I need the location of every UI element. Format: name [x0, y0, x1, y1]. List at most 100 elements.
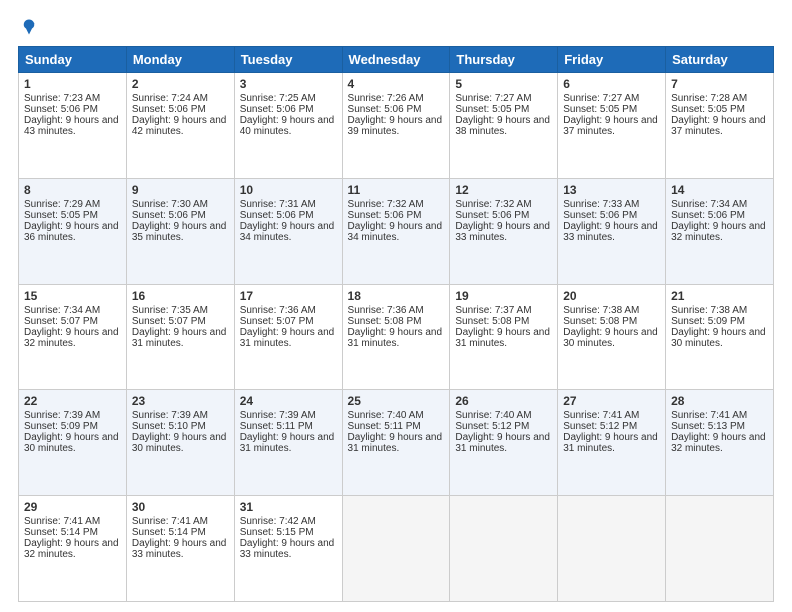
day-info: Sunrise: 7:35 AMSunset: 5:07 PMDaylight:…	[132, 305, 227, 349]
day-info: Sunrise: 7:28 AMSunset: 5:05 PMDaylight:…	[671, 93, 766, 137]
day-info: Sunrise: 7:38 AMSunset: 5:08 PMDaylight:…	[563, 305, 658, 349]
day-number: 9	[132, 183, 229, 197]
calendar-cell: 16 Sunrise: 7:35 AMSunset: 5:07 PMDayligh…	[126, 284, 234, 390]
calendar-cell: 31 Sunrise: 7:42 AMSunset: 5:15 PMDayligh…	[234, 496, 342, 602]
day-info: Sunrise: 7:36 AMSunset: 5:07 PMDaylight:…	[240, 305, 335, 349]
logo	[18, 18, 38, 36]
day-number: 2	[132, 77, 229, 91]
calendar-cell: 17 Sunrise: 7:36 AMSunset: 5:07 PMDayligh…	[234, 284, 342, 390]
day-info: Sunrise: 7:24 AMSunset: 5:06 PMDaylight:…	[132, 93, 227, 137]
day-number: 17	[240, 289, 337, 303]
day-number: 15	[24, 289, 121, 303]
day-number: 18	[348, 289, 445, 303]
day-number: 21	[671, 289, 768, 303]
day-number: 31	[240, 500, 337, 514]
day-number: 20	[563, 289, 660, 303]
weekday-header: Thursday	[450, 47, 558, 73]
calendar-cell: 6 Sunrise: 7:27 AMSunset: 5:05 PMDaylight…	[558, 73, 666, 179]
day-info: Sunrise: 7:27 AMSunset: 5:05 PMDaylight:…	[563, 93, 658, 137]
page: SundayMondayTuesdayWednesdayThursdayFrid…	[0, 0, 792, 612]
day-number: 8	[24, 183, 121, 197]
day-info: Sunrise: 7:32 AMSunset: 5:06 PMDaylight:…	[455, 199, 550, 243]
calendar-cell: 19 Sunrise: 7:37 AMSunset: 5:08 PMDayligh…	[450, 284, 558, 390]
day-number: 3	[240, 77, 337, 91]
calendar-cell: 15 Sunrise: 7:34 AMSunset: 5:07 PMDayligh…	[19, 284, 127, 390]
day-info: Sunrise: 7:41 AMSunset: 5:13 PMDaylight:…	[671, 410, 766, 454]
calendar-cell: 25 Sunrise: 7:40 AMSunset: 5:11 PMDayligh…	[342, 390, 450, 496]
calendar-cell	[666, 496, 774, 602]
day-number: 7	[671, 77, 768, 91]
day-info: Sunrise: 7:30 AMSunset: 5:06 PMDaylight:…	[132, 199, 227, 243]
calendar-cell: 23 Sunrise: 7:39 AMSunset: 5:10 PMDayligh…	[126, 390, 234, 496]
calendar-cell: 12 Sunrise: 7:32 AMSunset: 5:06 PMDayligh…	[450, 178, 558, 284]
calendar-cell: 13 Sunrise: 7:33 AMSunset: 5:06 PMDayligh…	[558, 178, 666, 284]
calendar-cell: 8 Sunrise: 7:29 AMSunset: 5:05 PMDaylight…	[19, 178, 127, 284]
day-number: 13	[563, 183, 660, 197]
day-info: Sunrise: 7:31 AMSunset: 5:06 PMDaylight:…	[240, 199, 335, 243]
day-number: 19	[455, 289, 552, 303]
calendar-cell: 2 Sunrise: 7:24 AMSunset: 5:06 PMDaylight…	[126, 73, 234, 179]
day-info: Sunrise: 7:39 AMSunset: 5:10 PMDaylight:…	[132, 410, 227, 454]
calendar-cell: 3 Sunrise: 7:25 AMSunset: 5:06 PMDaylight…	[234, 73, 342, 179]
day-info: Sunrise: 7:33 AMSunset: 5:06 PMDaylight:…	[563, 199, 658, 243]
logo-text	[18, 18, 38, 36]
day-info: Sunrise: 7:38 AMSunset: 5:09 PMDaylight:…	[671, 305, 766, 349]
day-number: 27	[563, 394, 660, 408]
day-number: 29	[24, 500, 121, 514]
header	[18, 18, 774, 36]
day-info: Sunrise: 7:34 AMSunset: 5:07 PMDaylight:…	[24, 305, 119, 349]
calendar-cell	[558, 496, 666, 602]
day-info: Sunrise: 7:42 AMSunset: 5:15 PMDaylight:…	[240, 516, 335, 560]
day-info: Sunrise: 7:25 AMSunset: 5:06 PMDaylight:…	[240, 93, 335, 137]
day-number: 16	[132, 289, 229, 303]
day-number: 12	[455, 183, 552, 197]
day-number: 25	[348, 394, 445, 408]
calendar-cell	[450, 496, 558, 602]
day-number: 14	[671, 183, 768, 197]
day-info: Sunrise: 7:27 AMSunset: 5:05 PMDaylight:…	[455, 93, 550, 137]
calendar-cell	[342, 496, 450, 602]
calendar-cell: 1 Sunrise: 7:23 AMSunset: 5:06 PMDaylight…	[19, 73, 127, 179]
calendar-week-row: 29 Sunrise: 7:41 AMSunset: 5:14 PMDayligh…	[19, 496, 774, 602]
day-number: 28	[671, 394, 768, 408]
day-info: Sunrise: 7:29 AMSunset: 5:05 PMDaylight:…	[24, 199, 119, 243]
calendar-cell: 28 Sunrise: 7:41 AMSunset: 5:13 PMDayligh…	[666, 390, 774, 496]
calendar-cell: 22Sunrise: 7:39 AMSunset: 5:09 PMDayligh…	[19, 390, 127, 496]
calendar-week-row: 1 Sunrise: 7:23 AMSunset: 5:06 PMDaylight…	[19, 73, 774, 179]
day-info: Sunrise: 7:26 AMSunset: 5:06 PMDaylight:…	[348, 93, 443, 137]
day-number: 30	[132, 500, 229, 514]
logo-bird-icon	[20, 18, 38, 36]
day-number: 26	[455, 394, 552, 408]
calendar-cell: 18Sunrise: 7:36 AMSunset: 5:08 PMDayligh…	[342, 284, 450, 390]
weekday-header: Friday	[558, 47, 666, 73]
day-info: Sunrise: 7:40 AMSunset: 5:12 PMDaylight:…	[455, 410, 550, 454]
calendar-cell: 11 Sunrise: 7:32 AMSunset: 5:06 PMDayligh…	[342, 178, 450, 284]
day-info: Sunrise: 7:34 AMSunset: 5:06 PMDaylight:…	[671, 199, 766, 243]
day-info: Sunrise: 7:32 AMSunset: 5:06 PMDaylight:…	[348, 199, 443, 243]
calendar-cell: 10 Sunrise: 7:31 AMSunset: 5:06 PMDayligh…	[234, 178, 342, 284]
day-number: 22	[24, 394, 121, 408]
calendar-cell: 30 Sunrise: 7:41 AMSunset: 5:14 PMDayligh…	[126, 496, 234, 602]
calendar-header-row: SundayMondayTuesdayWednesdayThursdayFrid…	[19, 47, 774, 73]
calendar-cell: 27Sunrise: 7:41 AMSunset: 5:12 PMDayligh…	[558, 390, 666, 496]
day-number: 24	[240, 394, 337, 408]
day-number: 6	[563, 77, 660, 91]
calendar-cell: 9 Sunrise: 7:30 AMSunset: 5:06 PMDaylight…	[126, 178, 234, 284]
calendar-cell: 5 Sunrise: 7:27 AMSunset: 5:05 PMDaylight…	[450, 73, 558, 179]
day-info: Sunrise: 7:41 AMSunset: 5:14 PMDaylight:…	[132, 516, 227, 560]
day-number: 11	[348, 183, 445, 197]
day-number: 4	[348, 77, 445, 91]
weekday-header: Monday	[126, 47, 234, 73]
day-info: Sunrise: 7:23 AMSunset: 5:06 PMDaylight:…	[24, 93, 119, 137]
day-number: 1	[24, 77, 121, 91]
day-info: Sunrise: 7:41 AMSunset: 5:14 PMDaylight:…	[24, 516, 119, 560]
weekday-header: Wednesday	[342, 47, 450, 73]
day-number: 10	[240, 183, 337, 197]
day-number: 5	[455, 77, 552, 91]
day-info: Sunrise: 7:40 AMSunset: 5:11 PMDaylight:…	[348, 410, 443, 454]
weekday-header: Sunday	[19, 47, 127, 73]
calendar-week-row: 22Sunrise: 7:39 AMSunset: 5:09 PMDayligh…	[19, 390, 774, 496]
weekday-header: Tuesday	[234, 47, 342, 73]
day-number: 23	[132, 394, 229, 408]
day-info: Sunrise: 7:37 AMSunset: 5:08 PMDaylight:…	[455, 305, 550, 349]
